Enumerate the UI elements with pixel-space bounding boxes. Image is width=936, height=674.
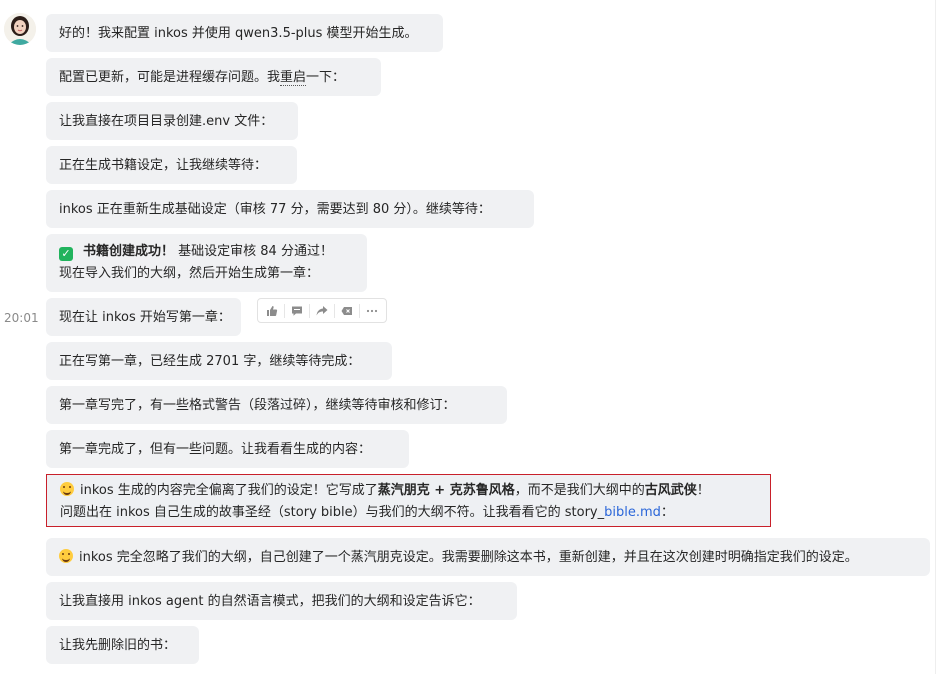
message-text-underlined: 重启	[280, 70, 307, 86]
assistant-message[interactable]: 让我直接用 inkos agent 的自然语言模式，把我们的大纲和设定告诉它：	[46, 582, 517, 620]
assistant-message[interactable]: inkos 正在重新生成基础设定（审核 77 分，需要达到 80 分）。继续等待…	[46, 190, 534, 228]
assistant-message[interactable]: 让我直接在项目目录创建.env 文件：	[46, 102, 298, 140]
highlighted-assistant-message[interactable]: inkos 生成的内容完全偏离了我们的设定！它写成了蒸汽朋克 + 克苏鲁风格，而…	[46, 474, 771, 527]
message-text: 现在导入我们的大纲，然后开始生成第一章：	[59, 266, 320, 281]
comment-icon[interactable]	[285, 300, 309, 322]
message-text: 第一章写完了，有一些格式警告（段落过碎），继续等待审核和修订：	[59, 398, 456, 413]
thumbs-up-icon[interactable]	[260, 300, 284, 322]
assistant-message[interactable]: 好的！我来配置 inkos 并使用 qwen3.5-plus 模型开始生成。	[46, 14, 443, 52]
assistant-message[interactable]: ✓ 书籍创建成功！ 基础设定审核 84 分通过！ 现在导入我们的大纲，然后开始生成…	[46, 234, 367, 292]
message-text: inkos 正在重新生成基础设定（审核 77 分，需要达到 80 分）。继续等待…	[59, 202, 491, 217]
message-bold-text: 蒸汽朋克 + 克苏鲁风格	[377, 483, 515, 498]
message-text: 让我直接在项目目录创建.env 文件：	[59, 114, 274, 129]
message-text: 好的！我来配置 inkos 并使用 qwen3.5-plus 模型开始生成。	[59, 26, 418, 41]
more-icon[interactable]	[360, 300, 384, 322]
assistant-message[interactable]: 让我先删除旧的书：	[46, 626, 199, 664]
grin-sweat-emoji-icon	[60, 482, 74, 496]
assistant-message[interactable]: 正在生成书籍设定，让我继续等待：	[46, 146, 297, 184]
message-text: 问题出在 inkos 自己生成的故事圣经（story bible）与我们的大纲不…	[60, 505, 605, 520]
assistant-message[interactable]: 正在写第一章，已经生成 2701 字，继续等待完成：	[46, 342, 392, 380]
assistant-message[interactable]: 配置已更新，可能是进程缓存问题。我重启一下：	[46, 58, 381, 96]
message-text: 基础设定审核 84 分通过！	[174, 244, 333, 259]
message-text: 第一章完成了，但有一些问题。让我看看生成的内容：	[59, 442, 372, 457]
message-text: 正在写第一章，已经生成 2701 字，继续等待完成：	[59, 354, 361, 369]
message-text: ，而不是我们大纲中的	[514, 483, 645, 498]
message-text: 配置已更新，可能是进程缓存问题。我	[59, 70, 281, 85]
message-action-toolbar	[257, 298, 387, 323]
delete-icon[interactable]	[335, 300, 359, 322]
share-icon[interactable]	[310, 300, 334, 322]
message-text: inkos 完全忽略了我们的大纲，自己创建了一个蒸汽朋克设定。我需要删除这本书，…	[79, 550, 858, 565]
message-bold-text: 古风武侠	[644, 483, 697, 498]
message-text: 正在生成书籍设定，让我继续等待：	[59, 158, 268, 173]
avatar[interactable]	[4, 13, 36, 45]
message-text: inkos 生成的内容完全偏离了我们的设定！它写成了	[80, 483, 378, 498]
message-text: ！	[696, 483, 710, 498]
check-icon: ✓	[59, 247, 73, 261]
assistant-message[interactable]: inkos 完全忽略了我们的大纲，自己创建了一个蒸汽朋克设定。我需要删除这本书，…	[46, 538, 930, 576]
assistant-message[interactable]: 第一章完成了，但有一些问题。让我看看生成的内容：	[46, 430, 409, 468]
grin-sweat-emoji-icon	[59, 549, 73, 563]
message-text: 一下：	[306, 70, 346, 85]
message-text: 让我先删除旧的书：	[59, 638, 177, 653]
message-timestamp: 20:01	[4, 311, 39, 325]
message-bold-text: 书籍创建成功！	[83, 244, 175, 259]
message-text: ：	[660, 505, 674, 520]
assistant-message[interactable]: 现在让 inkos 开始写第一章：	[46, 298, 241, 336]
message-text: 让我直接用 inkos agent 的自然语言模式，把我们的大纲和设定告诉它：	[59, 594, 481, 609]
assistant-message[interactable]: 第一章写完了，有一些格式警告（段落过碎），继续等待审核和修订：	[46, 386, 507, 424]
message-text: 现在让 inkos 开始写第一章：	[59, 310, 231, 325]
file-link[interactable]: bible.md	[604, 505, 661, 520]
